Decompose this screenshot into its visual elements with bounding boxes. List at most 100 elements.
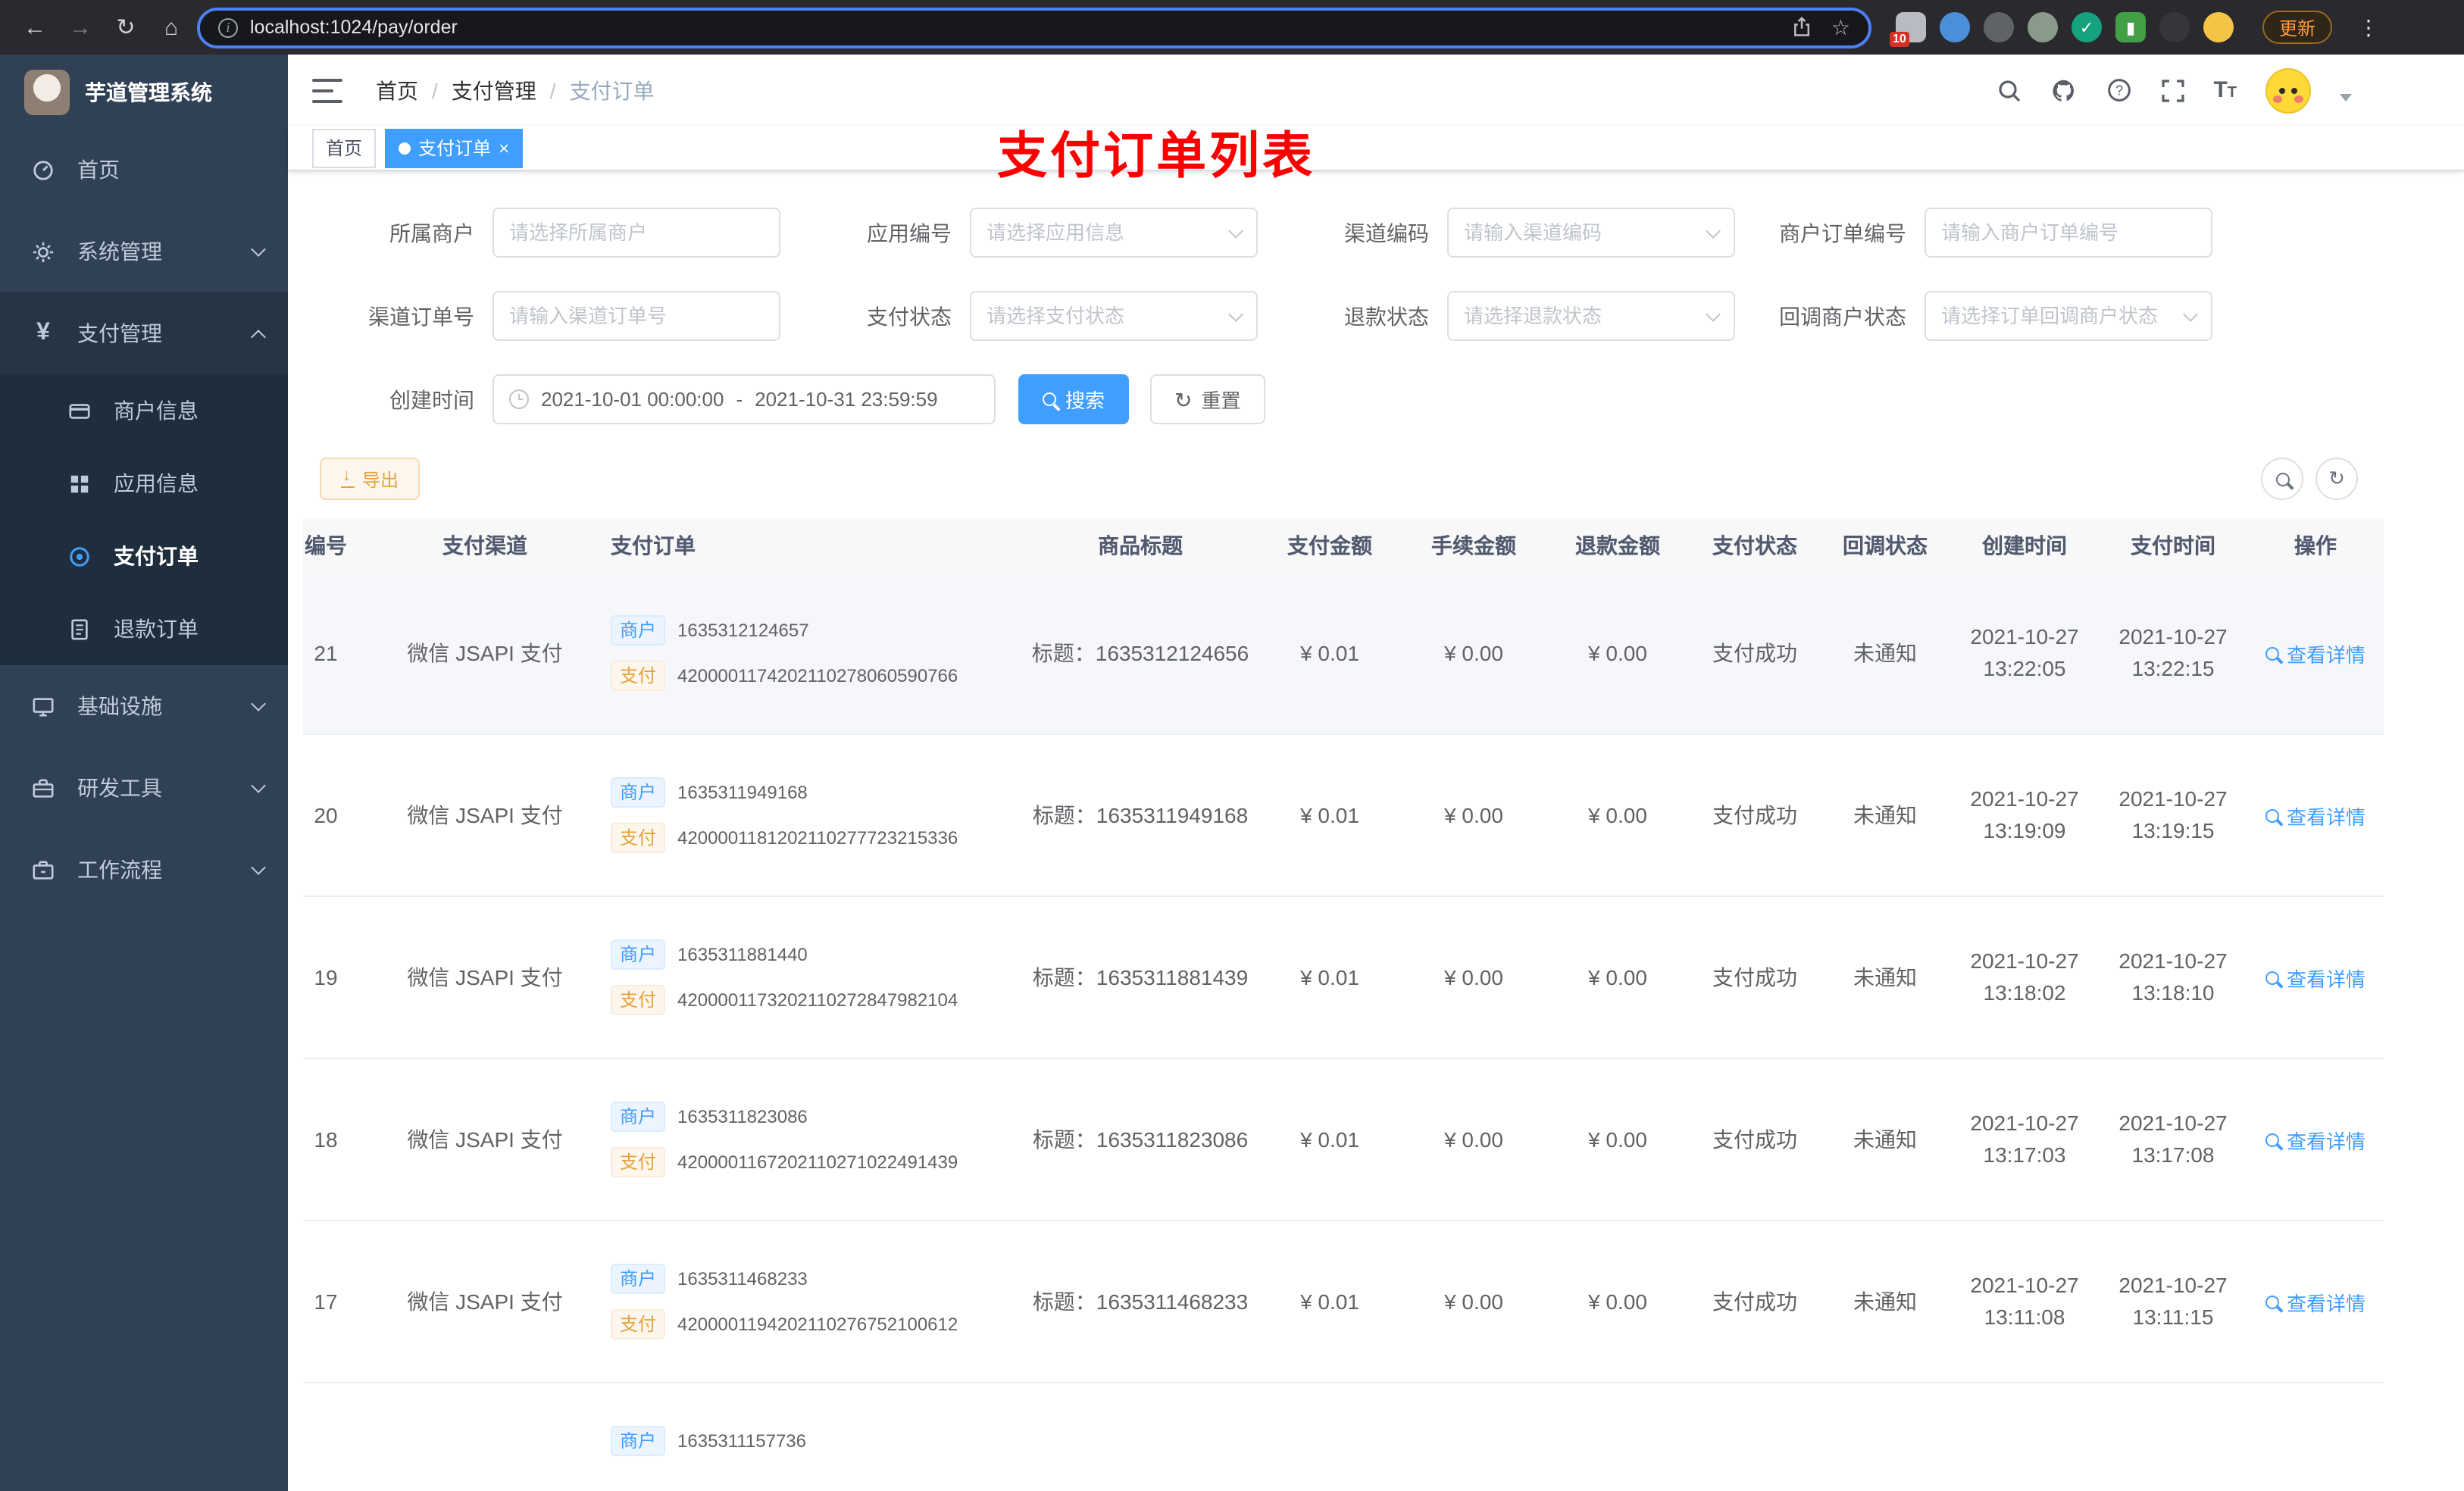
monitor-icon: [30, 693, 56, 719]
view-detail-link[interactable]: 查看详情: [2265, 639, 2366, 667]
refresh-table-button[interactable]: ↻: [2315, 458, 2358, 500]
sidebar-item-app-info[interactable]: 应用信息: [0, 447, 288, 520]
logo[interactable]: 芋道管理系统: [0, 55, 288, 129]
search-icon[interactable]: [1997, 78, 2021, 102]
callback-status-input[interactable]: [1941, 305, 2176, 327]
sidebar-item-pay-order[interactable]: 支付订单: [0, 520, 288, 592]
sidebar-item-dev-tools[interactable]: 研发工具: [0, 747, 288, 829]
url-text[interactable]: localhost:1024/pay/order: [250, 17, 458, 38]
view-detail-link[interactable]: 查看详情: [2265, 801, 2366, 830]
merchant-select[interactable]: [492, 208, 780, 258]
sidebar-item-system[interactable]: 系统管理: [0, 211, 288, 292]
extension-emoji-icon[interactable]: [2203, 12, 2234, 42]
channel-order-line: 支付 4200001181202110277723215336: [611, 823, 958, 853]
magnifier-icon: [2265, 646, 2279, 660]
extension-globe-icon[interactable]: [1984, 12, 2014, 42]
cell-pay-channel: 微信 JSAPI 支付: [407, 641, 563, 665]
app-no-select-input[interactable]: [987, 221, 1221, 244]
merchant-select-input[interactable]: [509, 221, 764, 244]
logo-title: 芋道管理系统: [85, 80, 212, 104]
browser-forward-button[interactable]: →: [61, 8, 100, 47]
cell-product-title: 标题：1635311881439: [1032, 965, 1249, 989]
clock-icon: [509, 389, 529, 409]
avatar[interactable]: [2265, 67, 2311, 113]
cell-actions: 查看详情: [2247, 897, 2384, 1058]
browser-home-button[interactable]: ⌂: [152, 8, 191, 47]
pay-status-input[interactable]: [987, 305, 1221, 327]
sidebar-toggle-icon[interactable]: [312, 78, 342, 102]
url-bar[interactable]: i localhost:1024/pay/order ☆: [197, 7, 1871, 48]
cell-pay-status: 支付成功: [1712, 965, 1797, 989]
toggle-search-button[interactable]: [2261, 458, 2303, 500]
tags-view-bar: 首页 支付订单 ×: [288, 126, 2464, 171]
avatar-caret-icon[interactable]: [2340, 94, 2352, 102]
callback-status-select[interactable]: [1925, 291, 2212, 341]
sidebar-item-refund-order[interactable]: 退款订单: [0, 592, 288, 665]
document-icon: [67, 616, 92, 642]
question-icon[interactable]: ?: [2106, 77, 2131, 103]
merchant-order-no-input-wrap[interactable]: [1925, 208, 2212, 258]
cell-pay-order: 商户 1635311468233 支付 42000011942021102767…: [583, 1221, 1023, 1382]
cell-pay-status: 支付成功: [1712, 1289, 1797, 1314]
cell-pay-time: 2021-10-27 13:22:15: [2118, 624, 2228, 680]
refund-status-input[interactable]: [1464, 305, 1699, 327]
view-detail-link[interactable]: 查看详情: [2265, 1287, 2366, 1316]
font-size-icon[interactable]: TT: [2213, 77, 2237, 103]
extension-chat-icon[interactable]: ▮: [2115, 12, 2146, 42]
channel-code-select[interactable]: [1447, 208, 1735, 258]
channel-order-no-input[interactable]: [509, 305, 764, 327]
app-no-select[interactable]: [970, 208, 1258, 258]
sidebar-item-home[interactable]: 首页: [0, 129, 288, 211]
site-info-icon[interactable]: i: [218, 17, 238, 37]
briefcase-icon: [30, 857, 56, 883]
github-icon[interactable]: [2050, 77, 2077, 104]
sidebar-item-payment[interactable]: ¥ 支付管理: [0, 292, 288, 374]
extension-paw-icon[interactable]: [2159, 12, 2190, 42]
browser-menu-icon[interactable]: ⋮: [2358, 14, 2379, 40]
reset-button[interactable]: ↻ 重置: [1150, 374, 1265, 424]
chevron-down-icon: [1706, 223, 1721, 238]
search-button[interactable]: 搜索: [1018, 374, 1130, 424]
cell-actions: 查看详情: [2247, 1059, 2384, 1220]
export-button[interactable]: 导出: [320, 458, 421, 500]
extension-check-icon[interactable]: ✓: [2072, 12, 2102, 42]
orders-table: 编号 支付渠道 支付订单 商品标题 支付金额 手续金额 退款金额 支付状态 回调…: [303, 518, 2384, 1491]
pay-status-select[interactable]: [970, 291, 1258, 341]
create-time-range-picker[interactable]: 2021-10-01 00:00:00 - 2021-10-31 23:59:5…: [492, 374, 996, 424]
magnifier-icon: [2265, 1133, 2279, 1146]
cell-refund-amount: ¥ 0.00: [1588, 1127, 1647, 1152]
toolbox-icon: [30, 775, 56, 801]
sidebar-item-workflow[interactable]: 工作流程: [0, 829, 288, 911]
close-tab-icon[interactable]: ×: [499, 139, 509, 157]
refund-status-select[interactable]: [1447, 291, 1735, 341]
extension-drop-icon[interactable]: [1940, 12, 1970, 42]
screen: ← → ↻ ⌂ i localhost:1024/pay/order ☆ 10 …: [0, 0, 2464, 1491]
browser-reload-button[interactable]: ↻: [106, 8, 145, 47]
tab-pay-order[interactable]: 支付订单 ×: [385, 128, 524, 167]
breadcrumb-payment[interactable]: 支付管理: [452, 75, 536, 105]
fullscreen-icon[interactable]: [2160, 78, 2184, 102]
extension-circle-icon[interactable]: [2028, 12, 2058, 42]
chevron-down-icon: [251, 696, 266, 711]
channel-code-input[interactable]: [1464, 221, 1699, 244]
extension-puzzle-icon[interactable]: 10: [1890, 12, 1926, 47]
sidebar-item-infrastructure[interactable]: 基础设施: [0, 665, 288, 747]
view-detail-link[interactable]: 查看详情: [2265, 1125, 2366, 1154]
target-icon: [67, 543, 92, 569]
breadcrumb-home[interactable]: 首页: [376, 75, 418, 105]
channel-order-line: 支付 4200001173202110272847982104: [611, 985, 958, 1015]
breadcrumb: 首页 / 支付管理 / 支付订单: [376, 75, 655, 105]
browser-back-button[interactable]: ←: [15, 8, 55, 47]
view-detail-link[interactable]: 查看详情: [2265, 963, 2366, 992]
sidebar-item-merchant-info[interactable]: 商户信息: [0, 374, 288, 447]
chevron-up-icon: [251, 329, 266, 344]
bookmark-star-icon[interactable]: ☆: [1831, 14, 1850, 40]
channel-order-no-input-wrap[interactable]: [492, 291, 780, 341]
pay-badge: 支付: [611, 661, 666, 691]
browser-update-button[interactable]: 更新: [2262, 11, 2333, 44]
merchant-order-no-input[interactable]: [1941, 221, 2196, 244]
table-row: 20 微信 JSAPI 支付 商户 1635311949168 支付 42000…: [303, 735, 2384, 897]
share-icon[interactable]: [1792, 17, 1813, 38]
cell-notify-status: 未通知: [1853, 803, 1917, 827]
tab-home[interactable]: 首页: [312, 128, 377, 167]
